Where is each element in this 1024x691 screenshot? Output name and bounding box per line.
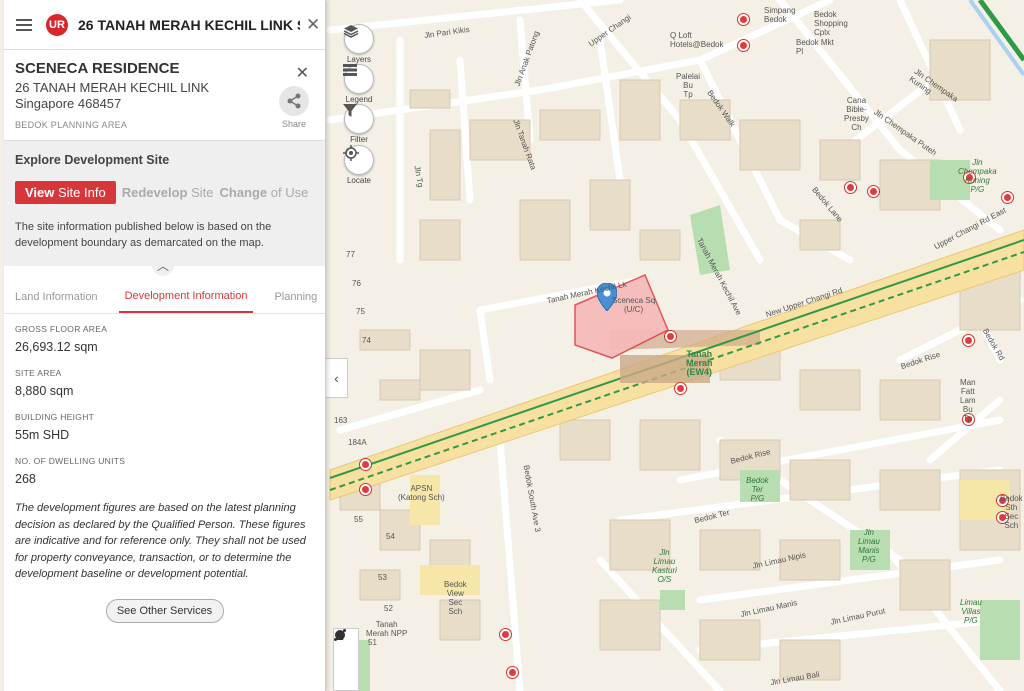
filter-control[interactable]: Filter bbox=[343, 104, 375, 144]
address-card: SCENECA RESIDENCE 26 TANAH MERAH KECHIL … bbox=[4, 50, 325, 140]
map-label-bedok-mkt: Bedok Mkt Pl bbox=[796, 38, 834, 56]
map-label-apsn: APSN (Katong Sch) bbox=[398, 484, 445, 502]
legend-icon[interactable] bbox=[343, 64, 374, 94]
map-label-bedok-sth-sec: Bedok Sth Sec Sch bbox=[1000, 494, 1023, 530]
map-label-tanah-merah-mrt: Tanah Merah (EW4) bbox=[686, 349, 713, 377]
poi-marker[interactable] bbox=[507, 667, 518, 678]
chevron-up-icon[interactable]: ︿ bbox=[152, 254, 174, 276]
site-name: SCENECA RESIDENCE bbox=[15, 60, 180, 77]
draw-circle-icon[interactable] bbox=[334, 629, 346, 641]
map-label-jln-limau-kasturi: Jln Limau Kasturi O/S bbox=[652, 548, 677, 584]
field-value: 26,693.12 sqm bbox=[15, 340, 98, 354]
poi-marker[interactable] bbox=[675, 383, 686, 394]
block-number: 75 bbox=[356, 307, 365, 316]
filter-icon[interactable] bbox=[343, 104, 374, 134]
map-label-jln-limau-manis-pg: Jln Limau Manis P/G bbox=[858, 528, 880, 564]
filter-label: Filter bbox=[350, 135, 368, 144]
planning-area: BEDOK PLANNING AREA bbox=[15, 120, 128, 130]
explore-tabs: View Site Info Redevelop Site Change of … bbox=[15, 181, 313, 204]
share-label: Share bbox=[281, 119, 307, 129]
draw-toolbar bbox=[333, 628, 359, 691]
tab-development-information[interactable]: Development Information bbox=[118, 290, 254, 313]
share-button[interactable]: Share bbox=[279, 86, 309, 129]
tab-change-of-use[interactable]: Change of Use bbox=[219, 185, 308, 200]
map-label-tanah-merah-npp: Tanah Merah NPP bbox=[366, 620, 408, 638]
map-label-bedok-view: Bedok View Sec Sch bbox=[444, 580, 467, 616]
block-number: 54 bbox=[386, 532, 395, 541]
field-dwelling-units: NO. OF DWELLING UNITS 268 bbox=[15, 456, 313, 486]
map-label-bedok-shopping: Bedok Shopping Cplx bbox=[814, 10, 848, 37]
legend-control[interactable]: Legend bbox=[343, 64, 375, 104]
collapse-panel-button[interactable]: ‹ bbox=[326, 358, 348, 398]
explore-title: Explore Development Site bbox=[15, 153, 170, 167]
chevron-left-icon: ‹ bbox=[334, 370, 339, 386]
legend-label: Legend bbox=[345, 95, 373, 104]
explore-description: The site information published below is … bbox=[15, 221, 272, 249]
block-number: 163 bbox=[334, 416, 348, 425]
tab-planning[interactable]: Planning bbox=[274, 291, 317, 313]
field-label: NO. OF DWELLING UNITS bbox=[15, 456, 126, 466]
poi-marker[interactable] bbox=[360, 484, 371, 495]
development-fields: GROSS FLOOR AREA 26,693.12 sqm SITE AREA… bbox=[4, 314, 325, 486]
close-address-icon[interactable]: ✕ bbox=[296, 63, 309, 83]
map-label-limau-villas: Limau Villas P/G bbox=[960, 598, 982, 625]
block-number: 74 bbox=[362, 336, 371, 345]
poi-marker[interactable] bbox=[1002, 192, 1013, 203]
poi-marker[interactable] bbox=[868, 186, 879, 197]
field-label: SITE AREA bbox=[15, 368, 62, 378]
disclaimer-text: The development figures are based on the… bbox=[15, 502, 306, 580]
poi-marker[interactable] bbox=[360, 459, 371, 470]
map-label-bedok-ter-pg: Bedok Ter P/G bbox=[746, 476, 769, 503]
map-label-simpang-bedok: Simpang Bedok bbox=[764, 6, 796, 24]
poi-marker[interactable] bbox=[963, 335, 974, 346]
site-postal: Singapore 468457 bbox=[15, 96, 122, 111]
field-gross-floor-area: GROSS FLOOR AREA 26,693.12 sqm bbox=[15, 324, 313, 354]
locate-icon[interactable] bbox=[343, 145, 374, 175]
share-icon bbox=[279, 86, 309, 116]
layers-icon[interactable] bbox=[343, 24, 374, 54]
site-info-panel: UR 26 TANAH MERAH KECHIL LINK SCEN ✕ SCE… bbox=[4, 0, 326, 691]
poi-marker[interactable] bbox=[845, 182, 856, 193]
info-tabs: Land Information Development Information… bbox=[4, 274, 325, 314]
field-building-height: BUILDING HEIGHT 55m SHD bbox=[15, 412, 313, 442]
poi-marker[interactable] bbox=[500, 629, 511, 640]
ura-logo[interactable]: UR bbox=[46, 13, 68, 36]
field-value: 55m SHD bbox=[15, 428, 70, 442]
tab-redevelop-site[interactable]: Redevelop Site bbox=[122, 185, 214, 200]
block-number: 76 bbox=[352, 279, 361, 288]
field-value: 268 bbox=[15, 472, 36, 486]
block-number: 55 bbox=[354, 515, 363, 524]
poi-marker[interactable] bbox=[738, 40, 749, 51]
block-number: 53 bbox=[378, 573, 387, 582]
see-other-services-button[interactable]: See Other Services bbox=[105, 598, 224, 623]
site-street: 26 TANAH MERAH KECHIL LINK bbox=[15, 80, 210, 95]
block-number: 51 bbox=[368, 638, 377, 647]
layers-label: Layers bbox=[346, 55, 371, 64]
tab-view-site-info[interactable]: View Site Info bbox=[15, 181, 116, 204]
menu-icon[interactable] bbox=[16, 18, 32, 31]
explore-section: Explore Development Site View Site Info … bbox=[4, 140, 325, 276]
poi-marker[interactable] bbox=[738, 14, 749, 25]
block-number: 77 bbox=[346, 250, 355, 259]
field-label: BUILDING HEIGHT bbox=[15, 412, 95, 422]
block-number: 52 bbox=[384, 604, 393, 613]
block-number: 184A bbox=[348, 438, 367, 447]
map-label-cana-bible: Cana Bible- Presby Ch bbox=[844, 96, 869, 132]
field-site-area: SITE AREA 8,880 sqm bbox=[15, 368, 313, 398]
search-input[interactable]: 26 TANAH MERAH KECHIL LINK SCEN bbox=[78, 17, 300, 33]
tab-land-information[interactable]: Land Information bbox=[15, 291, 98, 313]
locate-label: Locate bbox=[346, 176, 372, 185]
field-label: GROSS FLOOR AREA bbox=[15, 324, 108, 334]
map-label-jln-chempaka-kuning-pg: Jln Chempaka Kuning P/G bbox=[958, 158, 997, 194]
locate-control[interactable]: Locate bbox=[343, 145, 375, 185]
poi-marker[interactable] bbox=[665, 331, 676, 342]
clear-search-icon[interactable]: ✕ bbox=[306, 15, 320, 35]
map-label-sceneca-sq: Sceneca Sq (U/C) bbox=[612, 296, 656, 314]
map-label-q-loft: Q Loft Hotels@Bedok bbox=[670, 31, 724, 49]
field-value: 8,880 sqm bbox=[15, 384, 74, 398]
map-label-palelai: Palelai Bu Tp bbox=[676, 72, 701, 99]
map-label-man-fatt: Man Fatt Lam Bu Tp bbox=[960, 378, 976, 423]
layers-control[interactable]: Layers bbox=[343, 24, 375, 64]
search-bar: UR 26 TANAH MERAH KECHIL LINK SCEN ✕ bbox=[4, 0, 325, 50]
